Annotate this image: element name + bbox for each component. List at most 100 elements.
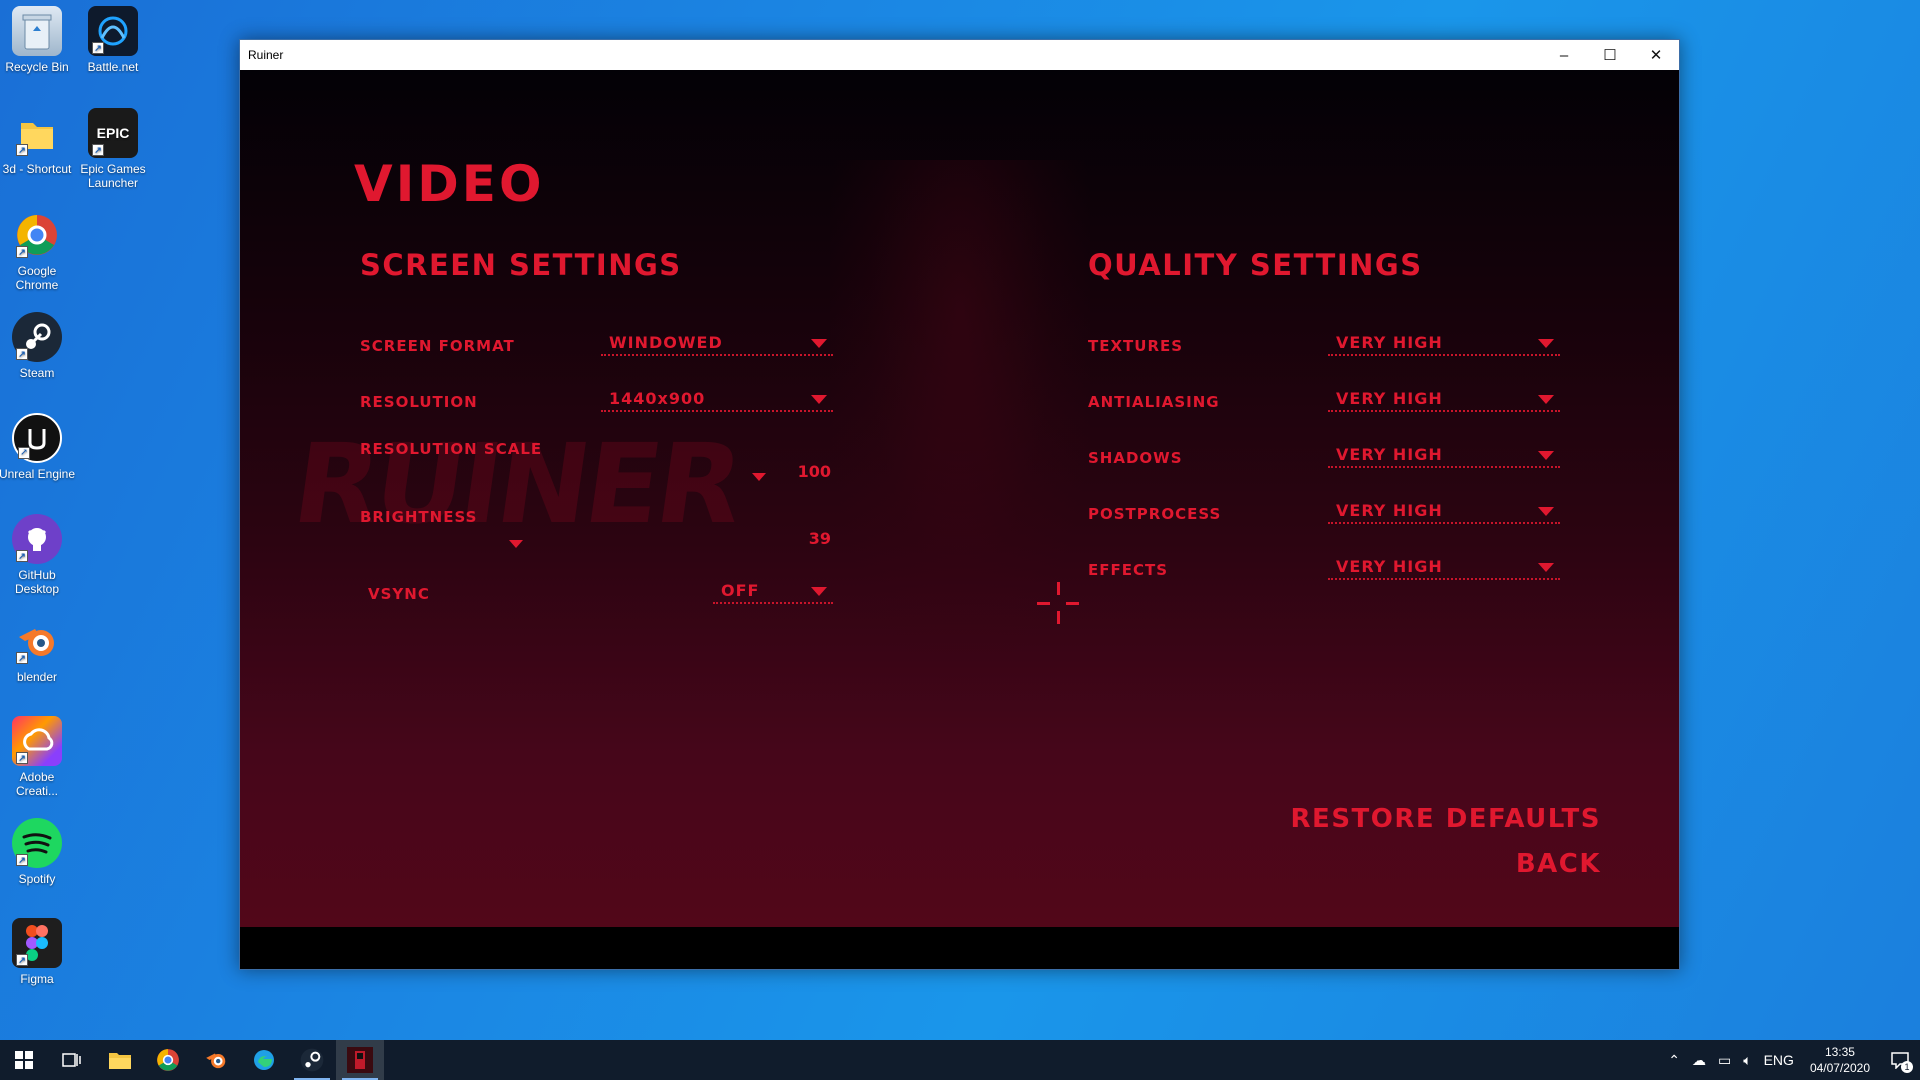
desktop-icon-epic-games[interactable]: EPIC ↗ Epic Games Launcher bbox=[73, 108, 153, 190]
desktop-icon-3d-shortcut[interactable]: ↗ 3d - Shortcut bbox=[0, 108, 77, 176]
start-button[interactable] bbox=[0, 1040, 48, 1080]
antialiasing-dropdown[interactable]: VERY HIGH bbox=[1328, 388, 1560, 412]
desktop-icon-recycle-bin[interactable]: Recycle Bin bbox=[0, 6, 77, 74]
github-icon: ↗ bbox=[12, 514, 62, 564]
effects-value: VERY HIGH bbox=[1336, 557, 1443, 576]
desktop-icon-figma[interactable]: ↗ Figma bbox=[0, 918, 77, 986]
desktop-icon-chrome[interactable]: ↗ Google Chrome bbox=[0, 210, 77, 292]
desktop-icon-label: Epic Games Launcher bbox=[80, 162, 146, 190]
antialiasing-value: VERY HIGH bbox=[1336, 389, 1443, 408]
desktop-icon-github-desktop[interactable]: ↗ GitHub Desktop bbox=[0, 514, 77, 596]
screen-format-label: SCREEN FORMAT bbox=[360, 337, 515, 355]
desktop-icon-label: Steam bbox=[19, 366, 55, 380]
letterbox-bar bbox=[240, 927, 1679, 969]
chevron-down-icon bbox=[1538, 451, 1554, 460]
desktop-icon-unreal-engine[interactable]: ↗ Unreal Engine bbox=[0, 413, 77, 481]
desktop-icon-blender[interactable]: ↗ blender bbox=[0, 616, 77, 684]
volume-icon[interactable]: 🔈︎ bbox=[1737, 1052, 1757, 1069]
desktop-icon-label: Google Chrome bbox=[15, 264, 59, 292]
steam-icon bbox=[300, 1048, 324, 1072]
chrome-icon: ↗ bbox=[12, 210, 62, 260]
taskbar-edge[interactable] bbox=[240, 1040, 288, 1080]
resolution-dropdown[interactable]: 1440x900 bbox=[601, 388, 833, 412]
desktop-icon-adobe-creative-cloud[interactable]: ↗ Adobe Creati... bbox=[0, 716, 77, 798]
chrome-icon bbox=[157, 1049, 179, 1071]
close-button[interactable]: ✕ bbox=[1633, 40, 1679, 70]
desktop-icon-label: blender bbox=[16, 670, 58, 684]
game-viewport: RUINER VIDEO SCREEN SETTINGS SCREEN FORM… bbox=[240, 70, 1679, 927]
system-tray: ⌃ ☁ ▭ 🔈︎ ENG 13:35 04/07/2020 1 bbox=[1662, 1040, 1920, 1080]
title-bar[interactable]: Ruiner – ☐ ✕ bbox=[240, 40, 1679, 70]
folder-icon bbox=[109, 1053, 131, 1069]
onedrive-icon[interactable]: ☁ bbox=[1686, 1052, 1712, 1069]
brightness-value: 39 bbox=[808, 529, 831, 548]
blender-icon: ↗ bbox=[12, 616, 62, 666]
resolution-scale-slider-handle[interactable] bbox=[752, 473, 766, 481]
taskbar-chrome[interactable] bbox=[144, 1040, 192, 1080]
notification-count-badge: 1 bbox=[1901, 1061, 1913, 1073]
desktop-icon-label: Recycle Bin bbox=[5, 60, 69, 74]
taskbar-blender[interactable] bbox=[192, 1040, 240, 1080]
taskbar-file-explorer[interactable] bbox=[96, 1040, 144, 1080]
screen-settings-heading: SCREEN SETTINGS bbox=[360, 248, 682, 282]
clock-date: 04/07/2020 bbox=[1809, 1061, 1870, 1075]
steam-icon: ↗ bbox=[12, 312, 62, 362]
adobe-creative-cloud-icon: ↗ bbox=[12, 716, 62, 766]
shadows-value: VERY HIGH bbox=[1336, 445, 1443, 464]
spotify-icon: ↗ bbox=[12, 818, 62, 868]
battlenet-icon: ↗ bbox=[88, 6, 138, 56]
clock-time: 13:35 bbox=[1824, 1045, 1855, 1059]
quality-settings-heading: QUALITY SETTINGS bbox=[1088, 248, 1423, 282]
window-title: Ruiner bbox=[248, 48, 284, 62]
postprocess-label: POSTPROCESS bbox=[1088, 505, 1222, 523]
back-button[interactable]: BACK bbox=[1516, 849, 1601, 879]
desktop-icon-spotify[interactable]: ↗ Spotify bbox=[0, 818, 77, 886]
chevron-down-icon bbox=[1538, 563, 1554, 572]
task-view-button[interactable] bbox=[48, 1040, 96, 1080]
desktop-icon-battlenet[interactable]: ↗ Battle.net bbox=[73, 6, 153, 74]
windows-icon bbox=[15, 1051, 33, 1069]
maximize-button[interactable]: ☐ bbox=[1587, 40, 1633, 70]
postprocess-value: VERY HIGH bbox=[1336, 501, 1443, 520]
figma-icon: ↗ bbox=[12, 918, 62, 968]
taskbar-steam[interactable] bbox=[288, 1040, 336, 1080]
desktop-icon-steam[interactable]: ↗ Steam bbox=[0, 312, 77, 380]
chevron-down-icon bbox=[811, 587, 827, 596]
chevron-down-icon bbox=[1538, 395, 1554, 404]
restore-defaults-button[interactable]: RESTORE DEFAULTS bbox=[1291, 804, 1601, 834]
vsync-dropdown[interactable]: OFF bbox=[713, 580, 833, 604]
ruiner-icon bbox=[347, 1047, 373, 1073]
network-icon[interactable]: ▭ bbox=[1712, 1052, 1737, 1069]
resolution-scale-label: RESOLUTION SCALE bbox=[360, 440, 543, 458]
textures-value: VERY HIGH bbox=[1336, 333, 1443, 352]
screen-format-dropdown[interactable]: WINDOWED bbox=[601, 332, 833, 356]
taskbar-ruiner[interactable] bbox=[336, 1040, 384, 1080]
shadows-dropdown[interactable]: VERY HIGH bbox=[1328, 444, 1560, 468]
chevron-down-icon bbox=[1538, 339, 1554, 348]
chevron-down-icon bbox=[811, 395, 827, 404]
resolution-value: 1440x900 bbox=[609, 389, 706, 408]
brightness-label: BRIGHTNESS bbox=[360, 508, 478, 526]
vsync-value: OFF bbox=[721, 581, 760, 600]
desktop-icon-label: Battle.net bbox=[87, 60, 139, 74]
notifications-button[interactable]: 1 bbox=[1880, 1040, 1920, 1080]
language-indicator[interactable]: ENG bbox=[1758, 1052, 1800, 1068]
clock[interactable]: 13:35 04/07/2020 bbox=[1800, 1044, 1880, 1076]
recycle-bin-icon bbox=[12, 6, 62, 56]
vsync-label: VSYNC bbox=[368, 585, 430, 603]
screen-format-value: WINDOWED bbox=[609, 333, 723, 352]
blender-icon bbox=[206, 1053, 226, 1069]
textures-dropdown[interactable]: VERY HIGH bbox=[1328, 332, 1560, 356]
postprocess-dropdown[interactable]: VERY HIGH bbox=[1328, 500, 1560, 524]
effects-dropdown[interactable]: VERY HIGH bbox=[1328, 556, 1560, 580]
unreal-engine-icon: ↗ bbox=[12, 413, 62, 463]
minimize-button[interactable]: – bbox=[1541, 40, 1587, 70]
desktop-icon-label: Figma bbox=[20, 972, 54, 986]
folder-icon: ↗ bbox=[12, 108, 62, 158]
chevron-up-icon[interactable]: ⌃ bbox=[1662, 1052, 1686, 1069]
effects-label: EFFECTS bbox=[1088, 561, 1169, 579]
brightness-slider-handle[interactable] bbox=[509, 540, 523, 548]
page-title: VIDEO bbox=[354, 155, 545, 213]
desktop-icon-label: Spotify bbox=[18, 872, 56, 886]
crosshair-cursor-icon bbox=[1037, 582, 1079, 624]
